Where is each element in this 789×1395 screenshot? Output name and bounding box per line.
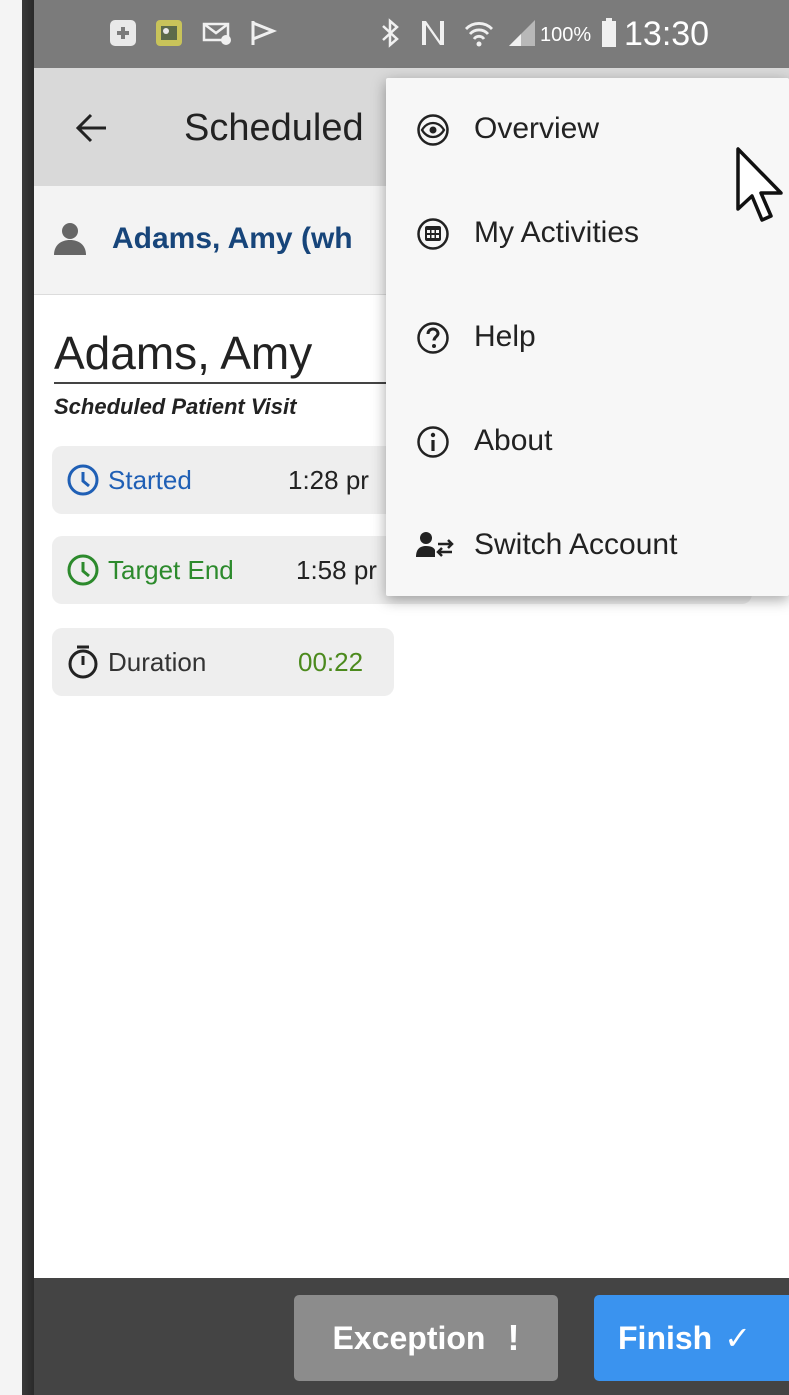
clock: 13:30 <box>624 15 710 53</box>
flag-icon <box>246 16 280 50</box>
nfc-icon <box>416 16 450 50</box>
menu-item-label: About <box>474 424 553 457</box>
checkmark-icon: ✓ <box>724 1320 752 1356</box>
target-end-value: 1:58 pr <box>296 555 377 585</box>
menu-item-about[interactable]: About <box>386 390 789 494</box>
menu-item-label: Switch Account <box>474 528 678 561</box>
signal-icon <box>506 16 538 50</box>
menu-item-overview[interactable]: Overview <box>386 78 789 182</box>
menu-item-label: Help <box>474 320 536 353</box>
duration-label: Duration <box>108 647 207 677</box>
app-screen: 100% 13:30 Scheduled Adams, Amy (wh Adam… <box>34 0 789 1395</box>
target-end-label: Target End <box>108 555 234 585</box>
device-bezel <box>0 0 34 1395</box>
clock-icon <box>66 553 100 587</box>
battery-icon <box>600 16 618 50</box>
duration-chip: Duration 00:22 <box>52 628 394 696</box>
bluetooth-icon <box>376 16 406 50</box>
notification-app-icon <box>106 16 140 50</box>
email-icon <box>200 16 234 50</box>
started-value: 1:28 pr <box>288 465 369 495</box>
visit-type: Scheduled Patient Visit <box>54 394 297 419</box>
calendar-icon <box>416 217 450 251</box>
overflow-menu: Overview My Activities Help About Switch… <box>386 78 789 596</box>
finish-label: Finish <box>618 1319 713 1356</box>
exception-label: Exception <box>332 1319 486 1356</box>
finish-button[interactable]: Finish ✓ <box>594 1295 789 1381</box>
help-icon <box>416 321 450 355</box>
clock-icon <box>66 463 100 497</box>
stopwatch-icon <box>66 645 100 679</box>
started-label: Started <box>108 465 192 495</box>
back-arrow-icon[interactable] <box>72 108 112 148</box>
info-icon <box>416 425 450 459</box>
menu-item-label: Overview <box>474 112 600 145</box>
mouse-cursor-icon <box>734 145 786 227</box>
status-bar: 100% 13:30 <box>34 0 789 68</box>
menu-item-switch-account[interactable]: Switch Account <box>386 494 789 598</box>
menu-item-help[interactable]: Help <box>386 286 789 390</box>
patient-link[interactable]: Adams, Amy (wh <box>112 220 353 258</box>
switch-account-icon <box>416 529 454 563</box>
bottom-action-bar: Exception ! Finish ✓ <box>34 1278 789 1395</box>
person-icon <box>52 221 88 257</box>
exclamation-icon: ! <box>507 1317 520 1358</box>
wifi-icon <box>462 16 496 50</box>
menu-item-label: My Activities <box>474 216 640 249</box>
menu-item-my-activities[interactable]: My Activities <box>386 182 789 286</box>
battery-percent: 100% <box>540 24 592 46</box>
exception-button[interactable]: Exception ! <box>294 1295 558 1381</box>
eye-icon <box>416 113 450 147</box>
patient-name: Adams, Amy <box>54 327 313 379</box>
duration-value: 00:22 <box>298 647 364 677</box>
page-title: Scheduled <box>184 107 364 149</box>
notification-image-icon <box>152 16 186 50</box>
